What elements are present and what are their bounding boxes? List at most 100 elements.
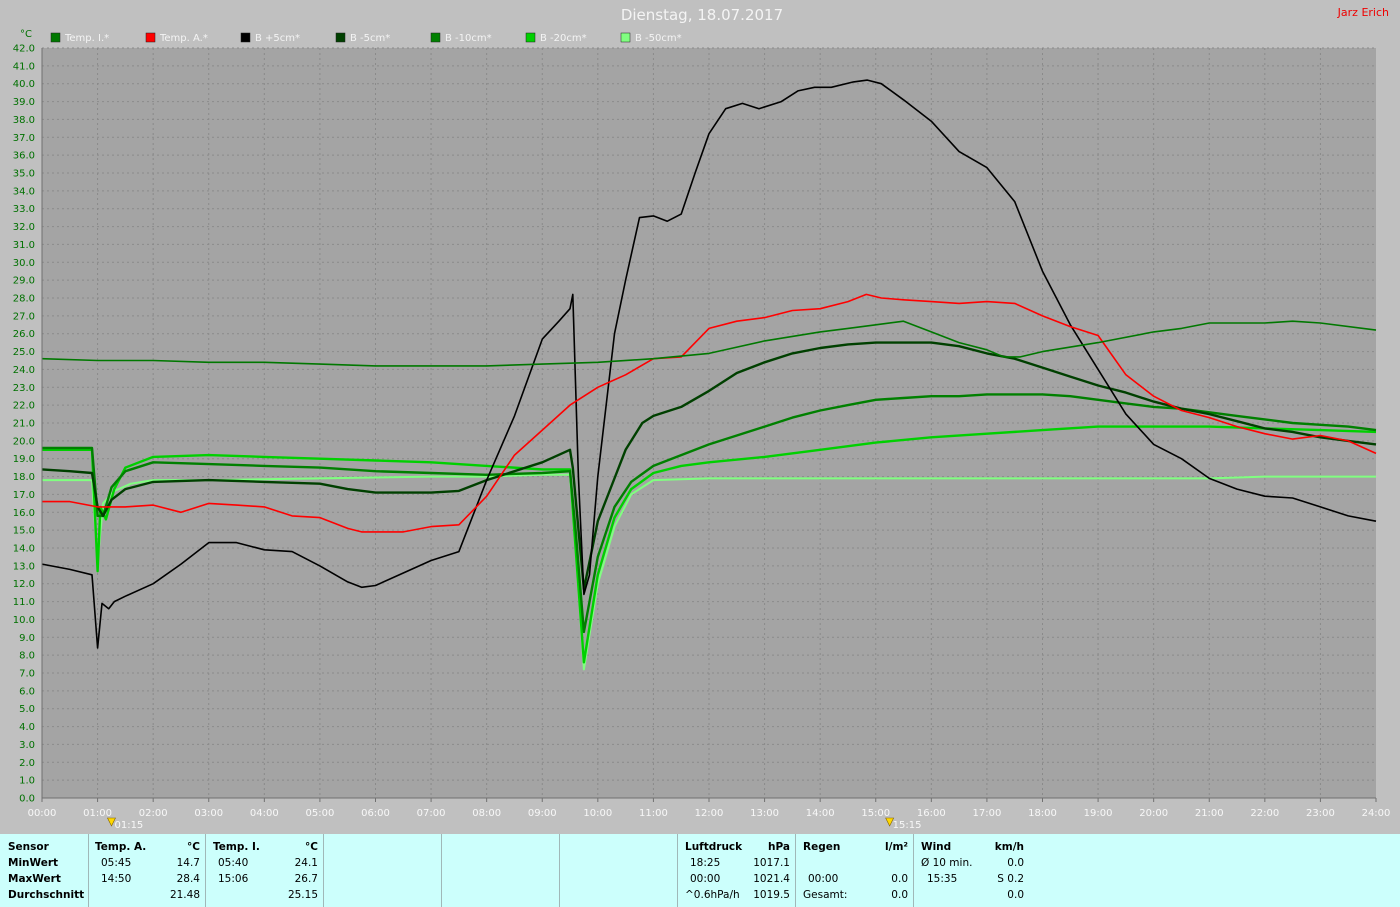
temp-a-max-time: 14:50 — [101, 873, 132, 885]
x-tick-label: 16:00 — [917, 808, 946, 819]
wind-extra: 0.0 — [1007, 889, 1024, 901]
stats-col-pressure: Luftdruck hPa 18:25 1017.1 00:00 1021.4 … — [677, 834, 796, 907]
x-tick-label: 14:00 — [806, 808, 835, 819]
legend-label: Temp. A.* — [159, 33, 208, 44]
stats-col-rain: Regen l/m² 00:00 0.0 Gesamt: 0.0 — [795, 834, 914, 907]
y-tick-label: 29.0 — [13, 276, 35, 287]
rain-max: 0.0 — [891, 873, 908, 885]
y-tick-label: 41.0 — [13, 61, 35, 72]
rain-header: Regen — [803, 841, 841, 853]
y-tick-label: 32.0 — [13, 222, 35, 233]
y-tick-label: 17.0 — [13, 490, 35, 501]
x-tick-label: 10:00 — [583, 808, 612, 819]
stats-col-labels: Sensor MinWert MaxWert Durchschnitt — [0, 834, 88, 907]
y-tick-label: 28.0 — [13, 294, 35, 305]
temp-i-avg: 25.15 — [287, 889, 318, 901]
x-tick-label: 18:00 — [1028, 808, 1057, 819]
pressure-trend: ^0.6hPa/h — [685, 889, 740, 901]
x-tick-label: 12:00 — [695, 808, 724, 819]
y-tick-label: 4.0 — [19, 722, 35, 733]
y-tick-label: 40.0 — [13, 79, 35, 90]
row-label-max: MaxWert — [8, 873, 61, 885]
legend-swatch — [525, 32, 536, 43]
y-tick-label: 2.0 — [19, 758, 35, 769]
x-tick-label: 06:00 — [361, 808, 390, 819]
y-tick-label: 42.0 — [13, 44, 35, 55]
pressure-max-time: 00:00 — [690, 873, 721, 885]
wind-avg-label: Ø 10 min. — [921, 857, 973, 869]
wind-gust: S 0.2 — [997, 873, 1024, 885]
y-tick-label: 36.0 — [13, 151, 35, 162]
x-tick-label: 24:00 — [1362, 808, 1391, 819]
y-tick-label: 37.0 — [13, 133, 35, 144]
y-axis-unit: °C — [20, 29, 32, 40]
rain-total-label: Gesamt: — [803, 889, 848, 901]
x-tick-label: 17:00 — [973, 808, 1002, 819]
y-tick-label: 30.0 — [13, 258, 35, 269]
x-tick-label: 07:00 — [417, 808, 446, 819]
temp-i-header: Temp. I. — [213, 841, 260, 853]
x-tick-label: 23:00 — [1306, 808, 1335, 819]
x-tick-label: 21:00 — [1195, 808, 1224, 819]
y-tick-label: 6.0 — [19, 686, 35, 697]
y-tick-label: 15.0 — [13, 526, 35, 537]
y-tick-label: 38.0 — [13, 115, 35, 126]
temp-i-max-time: 15:06 — [218, 873, 249, 885]
legend-label: B -10cm* — [445, 33, 492, 44]
pressure-header: Luftdruck — [685, 841, 743, 853]
y-tick-label: 35.0 — [13, 169, 35, 180]
legend-label: Temp. I.* — [64, 33, 109, 44]
y-tick-label: 19.0 — [13, 454, 35, 465]
x-tick-label: 05:00 — [306, 808, 335, 819]
x-tick-label: 15:00 — [861, 808, 890, 819]
stats-col-empty-1 — [323, 834, 442, 907]
y-tick-label: 14.0 — [13, 544, 35, 555]
legend-swatch — [50, 32, 61, 43]
pressure-current: 1019.5 — [753, 889, 790, 901]
y-tick-label: 33.0 — [13, 204, 35, 215]
y-tick-label: 27.0 — [13, 311, 35, 322]
x-tick-label: 22:00 — [1250, 808, 1279, 819]
stats-col-wind: Wind km/h Ø 10 min. 0.0 15:35 S 0.2 0.0 — [913, 834, 1032, 907]
y-tick-label: 10.0 — [13, 615, 35, 626]
row-label-avg: Durchschnitt — [8, 889, 85, 901]
temp-a-max: 28.4 — [176, 873, 200, 885]
y-tick-label: 13.0 — [13, 561, 35, 572]
pressure-max: 1021.4 — [753, 873, 790, 885]
temp-i-unit: °C — [305, 841, 318, 853]
chart-title: Dienstag, 18.07.2017 — [621, 6, 783, 24]
legend-swatch — [145, 32, 156, 43]
statistics-panel: Sensor MinWert MaxWert Durchschnitt Temp… — [0, 834, 1400, 907]
legend-label: B -50cm* — [635, 33, 682, 44]
y-tick-label: 22.0 — [13, 401, 35, 412]
temp-i-min-time: 05:40 — [218, 857, 249, 869]
x-tick-label: 08:00 — [472, 808, 501, 819]
y-tick-label: 25.0 — [13, 347, 35, 358]
temp-a-avg: 21.48 — [169, 889, 200, 901]
temp-a-min-time: 05:45 — [101, 857, 132, 869]
rain-total: 0.0 — [891, 889, 908, 901]
y-tick-label: 26.0 — [13, 329, 35, 340]
y-tick-label: 39.0 — [13, 97, 35, 108]
x-tick-label: 11:00 — [639, 808, 668, 819]
stats-col-temp-i: Temp. I. °C 05:40 24.1 15:06 26.7 25.15 — [205, 834, 324, 907]
legend-swatch — [240, 32, 251, 43]
temp-a-min: 14.7 — [176, 857, 200, 869]
pressure-unit: hPa — [768, 841, 790, 853]
x-tick-label: 19:00 — [1084, 808, 1113, 819]
legend-label: B -5cm* — [350, 33, 390, 44]
y-tick-label: 20.0 — [13, 436, 35, 447]
y-tick-label: 1.0 — [19, 776, 35, 787]
legend-swatch — [430, 32, 441, 43]
y-tick-label: 9.0 — [19, 633, 35, 644]
y-tick-label: 5.0 — [19, 704, 35, 715]
temperature-chart: Dienstag, 18.07.2017 Jarz Erich °C Temp.… — [0, 0, 1400, 834]
y-tick-label: 34.0 — [13, 186, 35, 197]
y-tick-label: 24.0 — [13, 365, 35, 376]
legend-label: B +5cm* — [255, 33, 300, 44]
stats-col-temp-a: Temp. A. °C 05:45 14.7 14:50 28.4 21.48 — [88, 834, 206, 907]
rain-unit: l/m² — [885, 841, 908, 853]
y-tick-label: 18.0 — [13, 472, 35, 483]
x-tick-label: 01:00 — [83, 808, 112, 819]
stats-col-empty-2 — [441, 834, 560, 907]
